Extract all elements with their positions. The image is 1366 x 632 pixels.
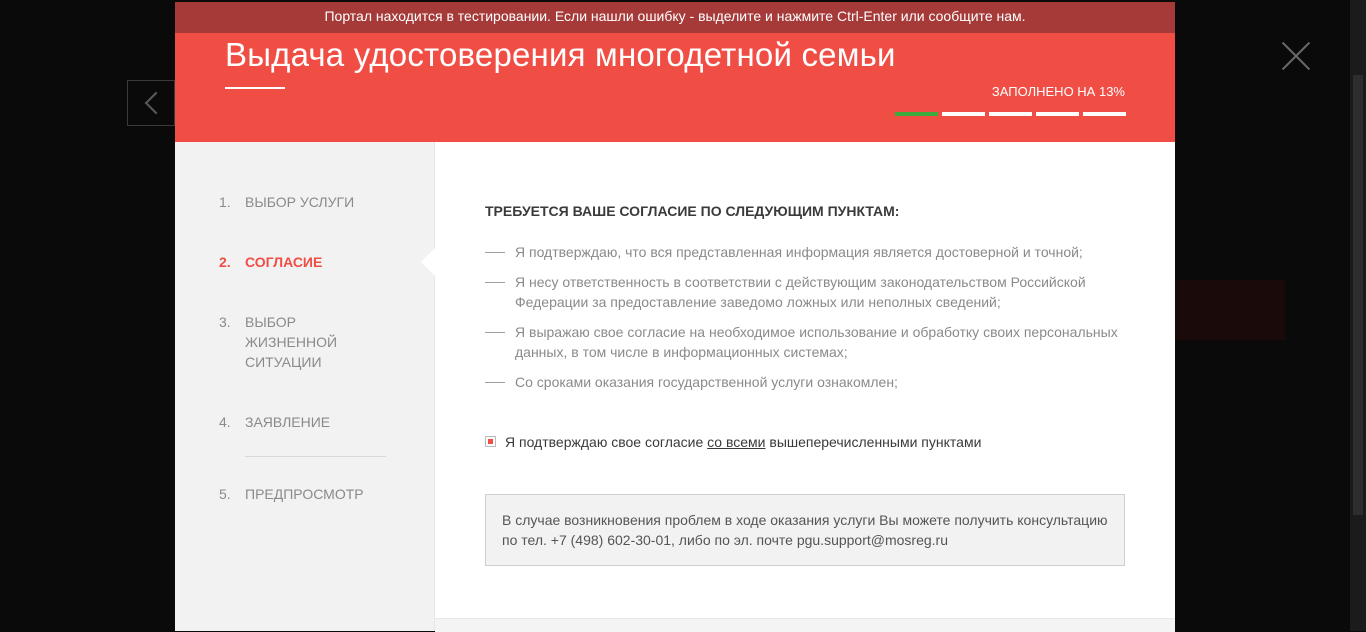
- background-page-fragment: [1175, 280, 1285, 340]
- steps-sidebar: 1. ВЫБОР УСЛУГИ 2. СОГЛАСИЕ 3. ВЫБОР ЖИЗ…: [175, 142, 435, 631]
- active-step-pointer: [421, 248, 435, 276]
- agree-text-start: Я подтверждаю свое согласие: [505, 434, 708, 450]
- chevron-left-icon: [144, 91, 168, 115]
- service-modal: Портал находится в тестировании. Если на…: [175, 2, 1175, 632]
- close-icon[interactable]: [1280, 40, 1312, 72]
- modal-header: Портал находится в тестировании. Если на…: [175, 2, 1175, 142]
- progress-segment: [942, 112, 985, 116]
- agree-label: Я подтверждаю свое согласие со всеми выш…: [505, 432, 981, 452]
- page-scrollbar[interactable]: [1350, 0, 1366, 631]
- scrollbar-thumb[interactable]: [1353, 75, 1363, 515]
- progress-segment: [1036, 112, 1079, 116]
- modal-footer: [435, 618, 1175, 632]
- consent-section: ТРЕБУЕТСЯ ВАШЕ СОГЛАСИЕ ПО СЛЕДУЮЩИМ ПУН…: [435, 142, 1175, 631]
- step-number: 3.: [219, 314, 231, 330]
- dash-icon: [485, 282, 505, 283]
- step-number: 2.: [219, 254, 231, 270]
- title-underline: [225, 87, 285, 89]
- consent-title: ТРЕБУЕТСЯ ВАШЕ СОГЛАСИЕ ПО СЛЕДУЮЩИМ ПУН…: [485, 203, 900, 219]
- dash-icon: [485, 382, 505, 383]
- progress-segment: [895, 112, 938, 116]
- step-label: СОГЛАСИЕ: [245, 254, 323, 270]
- agree-text-end: вышеперечисленными пунктами: [765, 434, 982, 450]
- testing-banner: Портал находится в тестировании. Если на…: [175, 2, 1175, 33]
- consent-list: Я подтверждаю, что вся представленная ин…: [485, 242, 1125, 402]
- step-label: ПРЕДПРОСМОТР: [245, 486, 364, 502]
- step-label: ВЫБОР ЖИЗНЕННОЙ СИТУАЦИИ: [245, 314, 338, 370]
- step-label: ВЫБОР УСЛУГИ: [245, 194, 355, 210]
- dash-icon: [485, 252, 505, 253]
- step-divider: [245, 456, 386, 457]
- consent-item: Со сроками оказания государственной услу…: [485, 372, 1125, 392]
- progress-segment: [989, 112, 1032, 116]
- progress-bar: [895, 112, 1126, 116]
- support-info-box: В случае возникновения проблем в ходе ок…: [485, 494, 1125, 566]
- progress-segment: [1083, 112, 1126, 116]
- step-number: 1.: [219, 194, 231, 210]
- step-number: 5.: [219, 486, 231, 502]
- back-button[interactable]: [127, 80, 175, 126]
- page-title: Выдача удостоверения многодетной семьи: [225, 36, 896, 73]
- checkbox-mark: [488, 439, 493, 444]
- consent-item-text: Я несу ответственность в соответствии с …: [515, 274, 1086, 310]
- consent-item-text: Со сроками оказания государственной услу…: [515, 374, 898, 390]
- consent-item: Я подтверждаю, что вся представленная ин…: [485, 242, 1125, 262]
- consent-item: Я несу ответственность в соответствии с …: [485, 272, 1125, 312]
- consent-item-text: Я подтверждаю, что вся представленная ин…: [515, 244, 1083, 260]
- step-number: 4.: [219, 414, 231, 430]
- checkbox-checked-icon[interactable]: [485, 436, 496, 447]
- step-label: ЗАЯВЛЕНИЕ: [245, 414, 331, 430]
- dash-icon: [485, 332, 505, 333]
- progress-label: ЗАПОЛНЕНО НА 13%: [991, 84, 1125, 99]
- consent-item: Я выражаю свое согласие на необходимое и…: [485, 322, 1125, 362]
- agree-all-link[interactable]: со всеми: [707, 434, 765, 450]
- consent-item-text: Я выражаю свое согласие на необходимое и…: [515, 324, 1118, 360]
